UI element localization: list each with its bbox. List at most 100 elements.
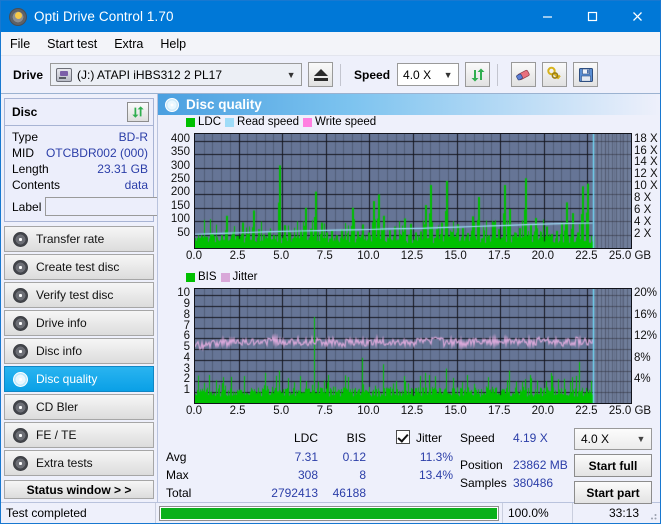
- progress-fill: [161, 507, 497, 519]
- panel-header: Disc quality: [158, 94, 660, 115]
- ldc-chart-legend: LDC Read speed Write speed: [186, 116, 376, 128]
- content-panel: Disc quality LDC Read speed Write speed 40…: [157, 94, 660, 504]
- erase-button[interactable]: [511, 62, 537, 87]
- progress-track: [159, 505, 499, 521]
- panel-title: Disc quality: [186, 97, 262, 112]
- close-button[interactable]: [615, 1, 660, 32]
- disc-icon: [13, 399, 28, 415]
- y2-axis-tick-label: 8 X: [634, 192, 652, 205]
- statistics-panel: LDC BIS Jitter Avg 7.31 0.12 11.3% Max 3…: [158, 425, 660, 504]
- disc-row-mid-key: MID: [12, 146, 34, 160]
- disc-icon: [13, 371, 28, 387]
- x-axis-tick-label: 0.0: [186, 250, 202, 262]
- window-title: Opti Drive Control 1.70: [34, 9, 174, 24]
- legend-item: BIS: [186, 271, 217, 283]
- y2-axis-tick-label: 12 X: [634, 168, 658, 181]
- legend-label: Write speed: [315, 116, 377, 128]
- jitter-checkbox[interactable]: [396, 430, 410, 444]
- disc-refresh-button[interactable]: [127, 102, 149, 122]
- disc-label-row: Label: [12, 196, 249, 217]
- sidebar-item-cd-bler[interactable]: CD Bler: [4, 394, 154, 420]
- sidebar-item-fe-te[interactable]: FE / TE: [4, 422, 154, 448]
- sidebar-item-disc-info[interactable]: Disc info: [4, 338, 154, 364]
- stats-row-max-label: Max: [166, 468, 189, 482]
- x-axis-tick-label: 2.5: [229, 405, 246, 417]
- x-axis-tick-label: 20.0: [531, 405, 554, 417]
- drive-icon: [56, 67, 73, 82]
- toolbar-separator-2: [497, 63, 499, 86]
- menu-item-help[interactable]: Help: [160, 37, 186, 51]
- legend-label: LDC: [198, 116, 222, 128]
- save-button[interactable]: [573, 62, 599, 87]
- x-axis-tick-label: 17.5: [487, 405, 511, 417]
- sidebar-item-label: Disc quality: [36, 372, 98, 386]
- legend-swatch-icon: [186, 272, 195, 282]
- sidebar-item-transfer-rate[interactable]: Transfer rate: [4, 226, 154, 252]
- start-part-button[interactable]: Start part: [574, 481, 652, 504]
- stats-avg-jitter: 11.3%: [419, 450, 453, 464]
- speed-select[interactable]: 4.0 X ▼: [397, 63, 460, 86]
- stats-col-bis: BIS: [346, 431, 366, 445]
- y2-axis-tick-label: 2 X: [634, 228, 652, 241]
- sidebar-item-disc-quality[interactable]: Disc quality: [4, 366, 154, 392]
- y-axis-tick-label: 200: [170, 186, 190, 199]
- menu-item-file[interactable]: File: [10, 37, 30, 51]
- drive-label: Drive: [13, 67, 44, 82]
- y-axis-tick-label: 100: [170, 213, 190, 226]
- sidebar-item-label: FE / TE: [36, 428, 77, 442]
- drive-select[interactable]: (J:) ATAPI iHBS312 2 PL17 ▼: [50, 63, 303, 86]
- y2-axis-tick-label: 16 X: [634, 144, 658, 157]
- bis-chart: BIS Jitter 10 9 8 7 6 5 4 3 2 1 20% 16% 12% 8% 4% 0.0 2.5…: [158, 270, 660, 425]
- disc-title: Disc: [12, 105, 38, 119]
- sidebar-item-drive-info[interactable]: Drive info: [4, 310, 154, 336]
- sidebar-item-extra-tests[interactable]: Extra tests: [4, 450, 154, 476]
- eject-button[interactable]: [308, 62, 334, 87]
- menu-item-start-test[interactable]: Start test: [47, 37, 97, 51]
- maximize-button[interactable]: [570, 1, 615, 32]
- disc-row-contents: Contents data: [12, 177, 148, 193]
- disc-info-rows: Type BD-R MID OTCBDR002 (000) Length 23.…: [5, 126, 249, 221]
- ldc-chart: LDC Read speed Write speed 400 350 300 250 200…: [158, 115, 660, 270]
- x-axis-tick-label: 5.0: [273, 250, 290, 262]
- sidebar-item-label: Create test disc: [36, 260, 120, 274]
- disc-icon: [13, 427, 28, 443]
- x-axis-tick-label: 17.5: [487, 250, 511, 262]
- disc-icon: [13, 231, 28, 247]
- chevron-down-icon: ▼: [636, 434, 646, 444]
- stats-avg-bis: 0.12: [342, 450, 366, 464]
- refresh-button[interactable]: [465, 62, 491, 87]
- x-axis-tick-label: 7.5: [316, 250, 333, 262]
- test-speed-select[interactable]: 4.0 X ▼: [574, 428, 652, 450]
- disc-info-box: Disc Type BD-R MID OTCBDR002 (000) Lengt…: [4, 98, 249, 222]
- x-axis-tick-label: 22.5: [575, 250, 598, 262]
- x-axis-tick-label: 25.0 GB: [608, 250, 652, 262]
- legend-label: Read speed: [237, 116, 300, 128]
- bis-chart-canvas: [194, 288, 632, 404]
- x-axis-tick-label: 15.0: [444, 405, 467, 417]
- keys-icon: [547, 66, 561, 80]
- y2-axis-tick-label: 4%: [634, 373, 651, 386]
- resize-grip[interactable]: [644, 503, 660, 523]
- y2-axis-tick-label: 18 X: [634, 132, 658, 145]
- eraser-icon: [516, 69, 530, 81]
- disc-row-type-value: BD-R: [118, 130, 148, 144]
- y2-axis-tick-label: 16%: [634, 308, 658, 321]
- x-axis-tick-label: 25.0 GB: [608, 405, 652, 417]
- status-message: Test completed: [1, 503, 156, 523]
- keys-button[interactable]: [542, 62, 568, 87]
- sidebar-item-create-test-disc[interactable]: Create test disc: [4, 254, 154, 280]
- status-window-button[interactable]: Status window > >: [4, 480, 154, 499]
- sidebar-item-label: Verify test disc: [36, 288, 114, 302]
- stats-row-total-label: Total: [166, 486, 192, 500]
- sidebar-item-verify-test-disc[interactable]: Verify test disc: [4, 282, 154, 308]
- sidebar-nav: Transfer rate Create test disc Verify te…: [4, 226, 154, 476]
- y2-axis-tick-label: 10 X: [634, 180, 658, 193]
- disc-info-header: Disc: [5, 99, 153, 126]
- disc-row-contents-value: data: [124, 178, 148, 192]
- minimize-button[interactable]: [525, 1, 570, 32]
- stats-max-jitter: 13.4%: [418, 468, 453, 482]
- speed-label: Speed: [354, 67, 391, 82]
- start-full-button[interactable]: Start full: [574, 454, 652, 477]
- menu-item-extra[interactable]: Extra: [114, 37, 143, 51]
- floppy-save-icon: [578, 67, 593, 82]
